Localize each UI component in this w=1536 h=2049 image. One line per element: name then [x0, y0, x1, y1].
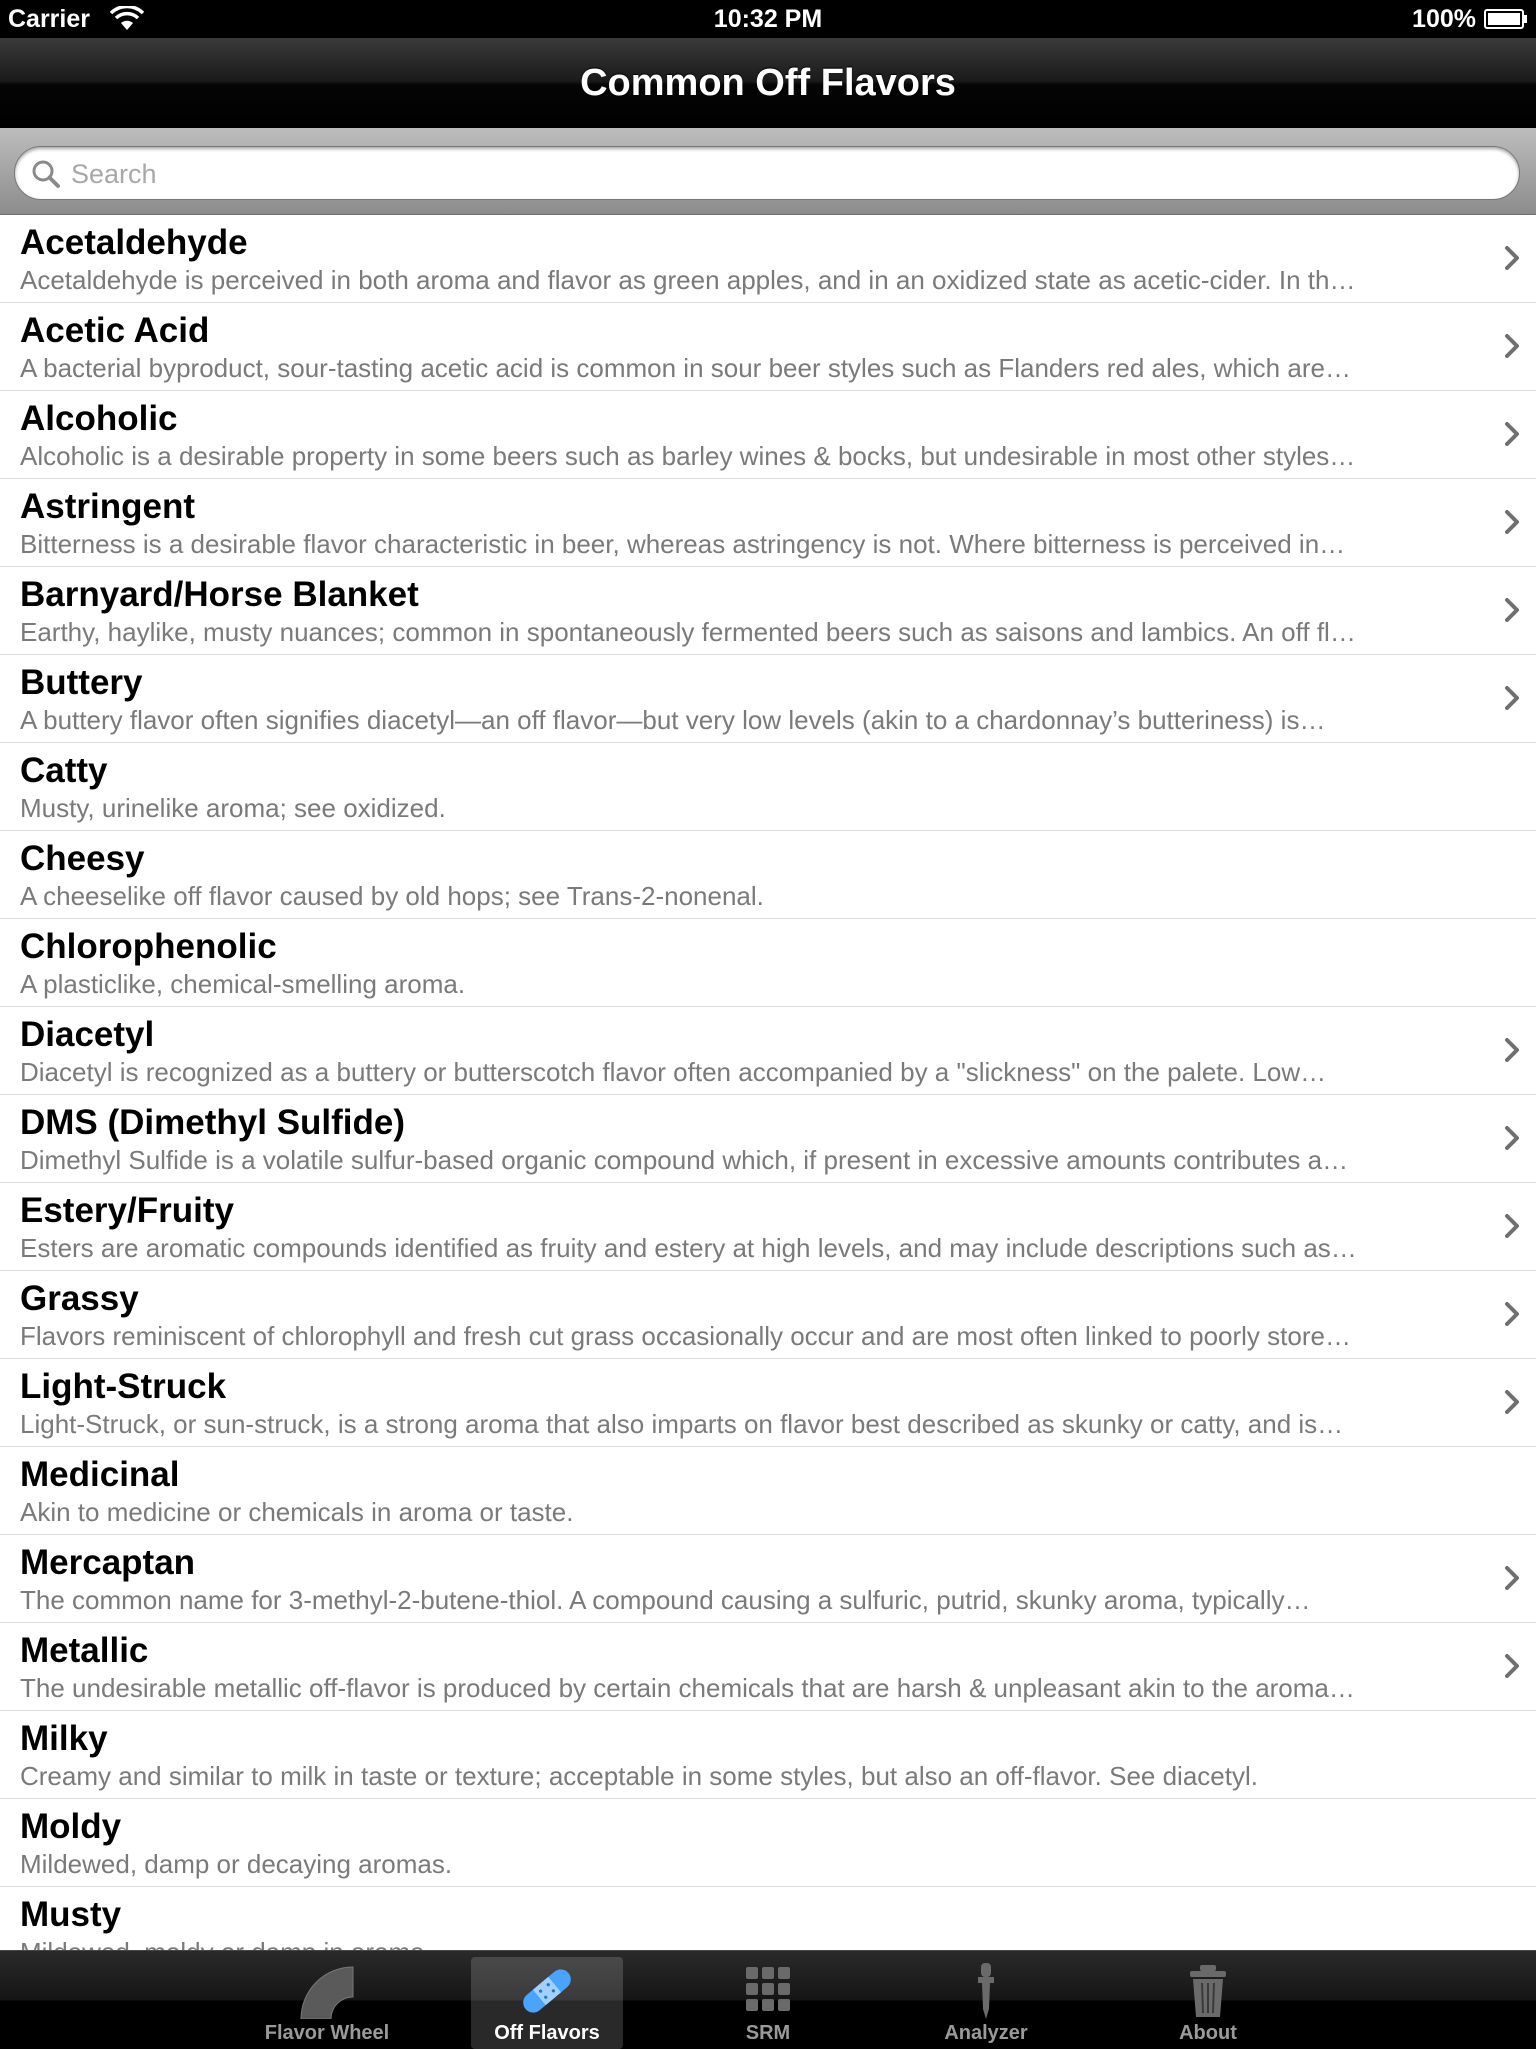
list-item[interactable]: Light-Struck Light-Struck, or sun-struck,… — [0, 1359, 1536, 1447]
item-description: Light-Struck, or sun-struck, is a strong… — [20, 1409, 1344, 1439]
item-title: Astringent — [20, 487, 195, 526]
chevron-right-icon — [1505, 422, 1519, 446]
search-icon — [32, 160, 60, 188]
list-item[interactable]: Metallic The undesirable metallic off-fla… — [0, 1623, 1536, 1711]
bandage-icon — [523, 1969, 571, 2013]
item-description: A buttery flavor often signifies diacety… — [20, 705, 1326, 735]
navigation-bar: Common Off Flavors — [0, 38, 1536, 129]
item-description: Akin to medicine or chemicals in aroma o… — [20, 1497, 574, 1527]
item-description: A bacterial byproduct, sour-tasting acet… — [20, 353, 1351, 383]
list-item[interactable]: DMS (Dimethyl Sulfide) Dimethyl Sulfide i… — [0, 1095, 1536, 1183]
chevron-right-icon — [1505, 1214, 1519, 1238]
tab-label: Analyzer — [944, 2022, 1028, 2044]
search-field[interactable] — [14, 146, 1520, 200]
tab-flavor-wheel[interactable]: Flavor Wheel — [251, 1957, 403, 2049]
item-title: Catty — [20, 751, 108, 790]
chevron-right-icon — [1505, 246, 1519, 270]
tab-analyzer[interactable]: Analyzer — [910, 1957, 1062, 2049]
tab-bar: Flavor Wheel Off Flavors SRM Analyzer Ab… — [0, 1950, 1536, 2049]
search-bar — [0, 128, 1536, 215]
list-item[interactable]: Mercaptan The common name for 3-methyl-2-… — [0, 1535, 1536, 1623]
item-title: Medicinal — [20, 1455, 180, 1494]
item-description: Creamy and similar to milk in taste or t… — [20, 1761, 1258, 1791]
list-item[interactable]: Acetic Acid A bacterial byproduct, sour-t… — [0, 303, 1536, 391]
item-title: Alcoholic — [20, 399, 178, 438]
list-item[interactable]: Cheesy A cheeselike off flavor caused by … — [0, 831, 1536, 919]
dropper-icon — [978, 1963, 994, 2019]
item-title: Musty — [20, 1895, 122, 1934]
list-item[interactable]: Diacetyl Diacetyl is recognized as a butt… — [0, 1007, 1536, 1095]
item-title: Buttery — [20, 663, 143, 702]
item-description: Diacetyl is recognized as a buttery or b… — [20, 1057, 1327, 1087]
list-item[interactable]: Alcoholic Alcoholic is a desirable proper… — [0, 391, 1536, 479]
chevron-right-icon — [1505, 1038, 1519, 1062]
item-title: Acetaldehyde — [20, 223, 248, 262]
trash-can-icon — [1190, 1965, 1226, 2017]
battery-percent: 100% — [1412, 5, 1476, 33]
item-title: Mercaptan — [20, 1543, 196, 1582]
item-title: Light-Struck — [20, 1367, 227, 1406]
tab-label: About — [1179, 2022, 1237, 2044]
item-description: Bitterness is a desirable flavor charact… — [20, 529, 1346, 559]
item-title: Milky — [20, 1719, 108, 1758]
list-item[interactable]: Milky Creamy and similar to milk in taste… — [0, 1711, 1536, 1799]
item-title: Estery/Fruity — [20, 1191, 234, 1230]
tab-label: Off Flavors — [494, 2022, 600, 2044]
item-description: Dimethyl Sulfide is a volatile sulfur-ba… — [20, 1145, 1349, 1175]
item-description: Esters are aromatic compounds identified… — [20, 1233, 1357, 1263]
item-title: Metallic — [20, 1631, 149, 1670]
list-item[interactable]: Chlorophenolic A plasticlike, chemical-sm… — [0, 919, 1536, 1007]
off-flavor-list: Acetaldehyde Acetaldehyde is perceived in… — [0, 215, 1536, 1975]
list-item[interactable]: Catty Musty, urinelike aroma; see oxidize… — [0, 743, 1536, 831]
chevron-right-icon — [1505, 1390, 1519, 1414]
grid-icon — [746, 1967, 790, 2011]
item-description: A cheeselike off flavor caused by old ho… — [20, 881, 764, 911]
list-item[interactable]: Estery/Fruity Esters are aromatic compoun… — [0, 1183, 1536, 1271]
tab-off-flavors[interactable]: Off Flavors — [471, 1957, 623, 2049]
chevron-right-icon — [1505, 510, 1519, 534]
clock: 10:32 PM — [713, 5, 823, 33]
item-title: Moldy — [20, 1807, 122, 1846]
item-title: Chlorophenolic — [20, 927, 277, 966]
battery-icon — [1484, 9, 1527, 29]
item-description: The common name for 3-methyl-2-butene-th… — [20, 1585, 1311, 1615]
item-description: Alcoholic is a desirable property in som… — [20, 441, 1356, 471]
chevron-right-icon — [1505, 1126, 1519, 1150]
tab-about[interactable]: About — [1132, 1957, 1284, 2049]
item-title: Barnyard/Horse Blanket — [20, 575, 419, 614]
item-description: Flavors reminiscent of chlorophyll and f… — [20, 1321, 1351, 1351]
status-bar: Carrier 10:32 PM 100% — [0, 0, 1536, 38]
list-item[interactable]: Buttery A buttery flavor often signifies … — [0, 655, 1536, 743]
item-title: Grassy — [20, 1279, 139, 1318]
chevron-right-icon — [1505, 1302, 1519, 1326]
search-input[interactable] — [69, 153, 1493, 195]
chevron-right-icon — [1505, 1654, 1519, 1678]
list-item[interactable]: Grassy Flavors reminiscent of chlorophyll… — [0, 1271, 1536, 1359]
item-description: Musty, urinelike aroma; see oxidized. — [20, 793, 446, 823]
tab-label: SRM — [745, 2022, 791, 2044]
list-item[interactable]: Astringent Bitterness is a desirable flav… — [0, 479, 1536, 567]
flavor-wheel-icon — [300, 1966, 354, 2019]
chevron-right-icon — [1505, 334, 1519, 358]
page-title: Common Off Flavors — [580, 62, 956, 104]
item-description: A plasticlike, chemical-smelling aroma. — [20, 969, 466, 999]
list-item[interactable]: Barnyard/Horse Blanket Earthy, haylike, m… — [0, 567, 1536, 655]
item-description: Acetaldehyde is perceived in both aroma … — [20, 265, 1356, 295]
tab-label: Flavor Wheel — [264, 2022, 390, 2044]
list-item[interactable]: Acetaldehyde Acetaldehyde is perceived in… — [0, 215, 1536, 303]
item-title: Acetic Acid — [20, 311, 210, 350]
chevron-right-icon — [1505, 686, 1519, 710]
item-title: DMS (Dimethyl Sulfide) — [20, 1103, 406, 1142]
item-description: The undesirable metallic off-flavor is p… — [20, 1673, 1355, 1703]
item-title: Cheesy — [20, 839, 145, 878]
item-description: Mildewed, damp or decaying aromas. — [20, 1849, 453, 1879]
item-title: Diacetyl — [20, 1015, 155, 1054]
list-item[interactable]: Medicinal Akin to medicine or chemicals i… — [0, 1447, 1536, 1535]
item-description: Earthy, haylike, musty nuances; common i… — [20, 617, 1356, 647]
list-item[interactable]: Moldy Mildewed, damp or decaying aromas. — [0, 1799, 1536, 1887]
chevron-right-icon — [1505, 598, 1519, 622]
tab-srm[interactable]: SRM — [692, 1957, 844, 2049]
chevron-right-icon — [1505, 1566, 1519, 1590]
